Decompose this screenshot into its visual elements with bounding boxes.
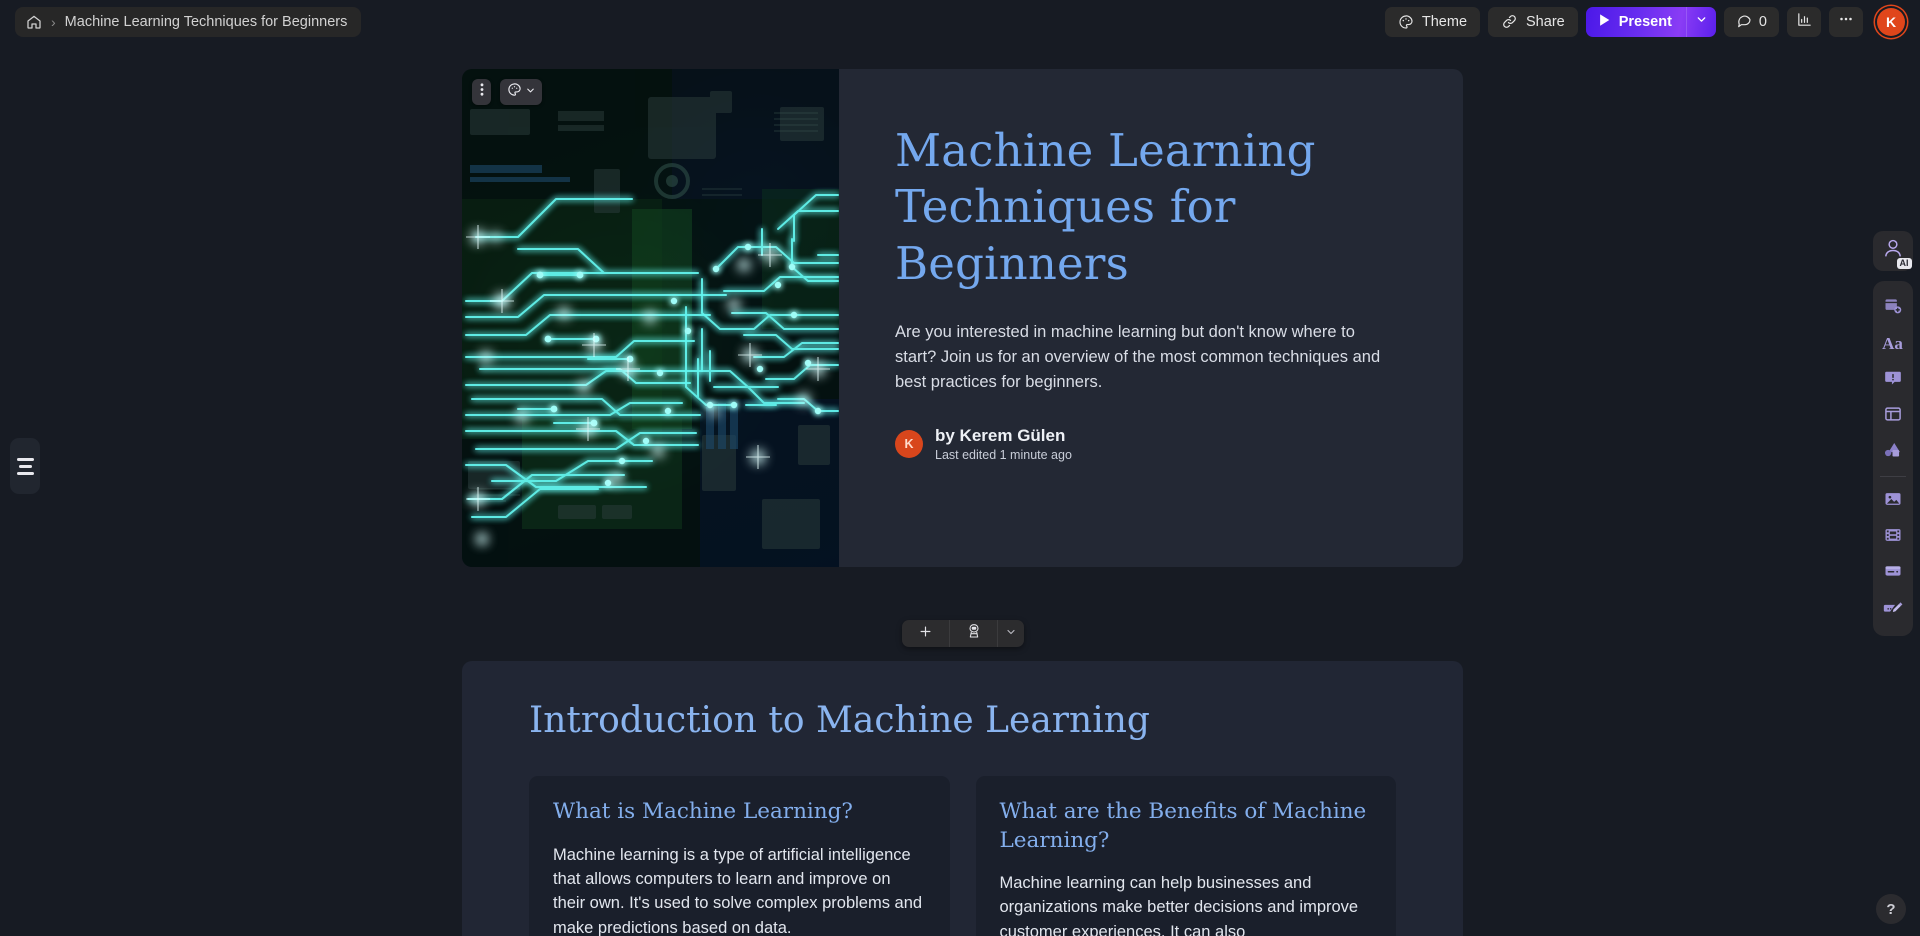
help-button[interactable]: ? <box>1876 894 1906 924</box>
hero-block-menu-button[interactable] <box>472 79 491 105</box>
sidebar-item-shapes[interactable] <box>1873 434 1913 470</box>
intro-card[interactable]: What are the Benefits of Machine Learnin… <box>975 776 1396 936</box>
circuit-board-graphic <box>462 69 839 567</box>
link-icon <box>1501 13 1518 30</box>
vertical-dots-icon <box>480 82 484 102</box>
hero-block-controls <box>472 79 542 105</box>
top-bar-actions: Theme Share Present 0 K <box>1384 6 1910 37</box>
image-icon <box>1883 489 1903 514</box>
layout-icon <box>1883 404 1903 429</box>
sidebar-item-add-block[interactable] <box>1873 290 1913 326</box>
circuit-board-image[interactable] <box>462 69 839 567</box>
intro-card-body: Machine learning is a type of artificial… <box>553 845 923 936</box>
present-button-label: Present <box>1618 13 1672 30</box>
present-dropdown-button[interactable] <box>1685 6 1716 37</box>
sidebar-item-video[interactable] <box>1873 519 1913 555</box>
theme-button-label: Theme <box>1421 13 1468 30</box>
add-block-options-button[interactable] <box>998 620 1024 647</box>
intro-card-row: What is Machine Learning? Machine learni… <box>462 742 1463 936</box>
present-button[interactable]: Present <box>1586 7 1686 37</box>
add-block-icon <box>1882 295 1903 321</box>
hero-text-column: Machine Learning Techniques for Beginner… <box>839 69 1463 567</box>
intro-section-card: Introduction to Machine Learning What is… <box>462 661 1463 936</box>
sidebar-item-embed[interactable] <box>1873 555 1913 591</box>
sidebar-item-layout[interactable] <box>1873 398 1913 434</box>
chevron-down-icon <box>1005 625 1017 643</box>
breadcrumb[interactable]: › Machine Learning Techniques for Beginn… <box>15 6 362 37</box>
comment-count: 0 <box>1758 13 1767 30</box>
present-button-group: Present <box>1585 6 1716 37</box>
sidebar-tool-list: Aa <box>1872 281 1913 636</box>
intro-section-heading[interactable]: Introduction to Machine Learning <box>462 699 1463 742</box>
sidebar-item-draw[interactable] <box>1873 591 1913 627</box>
ai-generate-button[interactable] <box>950 620 998 647</box>
outline-toggle-button[interactable] <box>10 438 40 494</box>
home-icon[interactable] <box>26 14 42 30</box>
text-icon: Aa <box>1882 334 1903 353</box>
sidebar-item-image[interactable] <box>1873 483 1913 519</box>
ai-assistant-button[interactable]: AI <box>1872 231 1913 271</box>
author-avatar: K <box>895 429 923 458</box>
video-icon <box>1883 525 1903 550</box>
hero-card: Machine Learning Techniques for Beginner… <box>462 69 1463 567</box>
share-button[interactable]: Share <box>1488 6 1578 37</box>
hero-byline: K by Kerem Gülen Last edited 1 minute ag… <box>895 425 1401 462</box>
analytics-button[interactable] <box>1787 6 1821 37</box>
intro-card[interactable]: What is Machine Learning? Machine learni… <box>529 776 950 936</box>
comment-icon <box>1736 12 1752 32</box>
callout-icon <box>1883 368 1903 393</box>
ai-badge-label: AI <box>1896 258 1912 269</box>
theme-button[interactable]: Theme <box>1384 6 1481 37</box>
breadcrumb-separator: › <box>51 13 56 30</box>
play-icon <box>1598 13 1611 31</box>
sidebar-item-text[interactable]: Aa <box>1873 326 1913 362</box>
share-button-label: Share <box>1526 13 1565 30</box>
shapes-icon <box>1882 439 1903 465</box>
ai-astronaut-icon <box>966 623 982 644</box>
add-block-button[interactable] <box>902 620 950 647</box>
hero-theme-button[interactable] <box>500 79 542 105</box>
top-bar: › Machine Learning Techniques for Beginn… <box>0 0 1920 43</box>
user-avatar[interactable]: K <box>1877 7 1905 36</box>
breadcrumb-document-title[interactable]: Machine Learning Techniques for Beginner… <box>65 14 348 30</box>
byline-text-group: by Kerem Gülen Last edited 1 minute ago <box>935 425 1072 462</box>
document-canvas: Machine Learning Techniques for Beginner… <box>0 43 1865 936</box>
intro-card-title: What are the Benefits of Machine Learnin… <box>999 799 1367 853</box>
chevron-down-icon <box>1695 13 1708 31</box>
plus-icon <box>918 624 933 644</box>
more-options-button[interactable] <box>1829 6 1863 37</box>
bar-chart-icon <box>1796 11 1813 33</box>
hero-subtitle[interactable]: Are you interested in machine learning b… <box>895 320 1395 395</box>
outline-menu-icon <box>16 457 34 475</box>
chevron-down-icon <box>525 83 536 101</box>
right-sidebar: AI Aa <box>1865 43 1920 936</box>
palette-icon <box>1398 14 1414 30</box>
draw-icon <box>1883 597 1903 622</box>
sidebar-divider <box>1879 476 1906 477</box>
intro-card-title: What is Machine Learning? <box>553 799 853 825</box>
last-edited-timestamp: Last edited 1 minute ago <box>935 448 1072 463</box>
sidebar-item-callout[interactable] <box>1873 362 1913 398</box>
hero-title[interactable]: Machine Learning Techniques for Beginner… <box>895 123 1401 292</box>
palette-icon <box>507 82 522 102</box>
ellipsis-icon <box>1837 10 1855 33</box>
comments-button[interactable]: 0 <box>1723 6 1779 37</box>
add-block-toolbar <box>902 620 1024 647</box>
intro-card-body: Machine learning can help businesses and… <box>999 873 1359 936</box>
embed-icon <box>1883 561 1903 586</box>
author-name: by Kerem Gülen <box>935 425 1066 445</box>
